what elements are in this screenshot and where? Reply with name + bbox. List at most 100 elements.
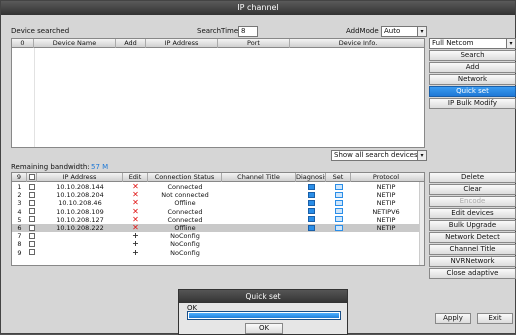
dialog-ok-button[interactable]: OK xyxy=(245,323,283,334)
network-detect-button[interactable]: Network Detect xyxy=(429,232,516,243)
edit-devices-button[interactable]: Edit devices xyxy=(429,208,516,219)
row-checkbox[interactable] xyxy=(29,249,35,256)
channel-title xyxy=(222,232,296,240)
col-select-all[interactable] xyxy=(27,173,37,182)
add-plus-icon[interactable]: + xyxy=(132,240,139,248)
channel-row[interactable]: 8 + NoConfig xyxy=(12,240,424,248)
channel-row[interactable]: 7 + NoConfig xyxy=(12,232,424,240)
settings-icon[interactable] xyxy=(334,216,343,223)
edit-cell: ✕ xyxy=(123,183,148,191)
connection-status: NoConfig xyxy=(170,240,200,249)
search-button[interactable]: Search xyxy=(429,50,516,61)
protocol-filter-select[interactable]: Full Netcom ▾ xyxy=(429,38,516,49)
col-channel-count: 9 xyxy=(12,173,27,182)
channel-number: 3 xyxy=(17,199,22,208)
channel-row[interactable]: 5 10.10.208.127 ✕ Connected NETIP xyxy=(12,216,424,224)
row-checkbox[interactable] xyxy=(29,232,35,239)
chevron-down-icon: ▾ xyxy=(417,151,426,160)
settings-icon[interactable] xyxy=(334,191,343,198)
settings-icon[interactable] xyxy=(334,183,343,190)
add-mode-select[interactable]: Auto ▾ xyxy=(381,26,427,37)
settings-icon[interactable] xyxy=(334,208,343,215)
bulk-upgrade-button[interactable]: Bulk Upgrade xyxy=(429,220,516,231)
channel-protocol: NETIP xyxy=(376,215,396,224)
diagnosis-cell xyxy=(296,240,326,248)
device-searched-label: Device searched xyxy=(11,27,70,35)
col-protocol: Protocol xyxy=(372,173,400,181)
close-adaptive-button[interactable]: Close adaptive xyxy=(429,268,516,279)
row-checkbox[interactable] xyxy=(29,224,35,231)
remaining-bandwidth-value: 57 M xyxy=(91,163,109,171)
diagnosis-icon[interactable] xyxy=(307,199,315,206)
select-all-checkbox[interactable] xyxy=(28,173,35,180)
clear-button[interactable]: Clear xyxy=(429,184,516,195)
row-checkbox[interactable] xyxy=(29,216,35,223)
exit-button[interactable]: Exit xyxy=(477,313,513,324)
channel-title xyxy=(222,191,296,199)
channel-ip xyxy=(37,232,123,240)
edit-cell: ✕ xyxy=(123,199,148,207)
delete-x-icon[interactable]: ✕ xyxy=(132,199,139,207)
diagnosis-icon[interactable] xyxy=(307,191,315,198)
row-checkbox[interactable] xyxy=(29,208,35,215)
set-cell xyxy=(326,199,351,207)
connection-status: Connected xyxy=(167,215,203,224)
add-plus-icon[interactable]: + xyxy=(132,249,139,257)
progress-fill xyxy=(189,313,339,318)
channel-title-button[interactable]: Channel Title xyxy=(429,244,516,255)
row-select-cell xyxy=(27,240,37,248)
delete-x-icon[interactable]: ✕ xyxy=(132,224,139,232)
diagnosis-icon[interactable] xyxy=(307,208,315,215)
channel-row[interactable]: 3 10.10.208.46 ✕ Offline NETIP xyxy=(12,199,424,207)
channel-row[interactable]: 2 10.10.208.204 ✕ Not connected NETIP xyxy=(12,191,424,199)
delete-x-icon[interactable]: ✕ xyxy=(132,191,139,199)
search-time-input[interactable]: 8 xyxy=(238,26,258,37)
apply-button[interactable]: Apply xyxy=(435,313,471,324)
remaining-bandwidth-label: Remaining bandwidth: xyxy=(11,163,90,171)
ip-bulk-modify-button[interactable]: IP Bulk Modify xyxy=(429,98,516,109)
col-edit: Edit xyxy=(123,173,148,182)
row-checkbox[interactable] xyxy=(29,183,35,190)
channel-table-scrollbar[interactable] xyxy=(419,182,424,265)
channel-ip: 10.10.208.144 xyxy=(56,183,104,191)
row-checkbox[interactable] xyxy=(29,240,35,247)
channel-protocol xyxy=(351,232,421,240)
show-filter-value: Show all search devices xyxy=(334,151,418,159)
channel-row[interactable]: 9 + NoConfig xyxy=(12,249,424,257)
quick-set-button[interactable]: Quick set xyxy=(429,86,516,97)
row-checkbox[interactable] xyxy=(29,191,35,198)
ip-channel-window: IP channel Device searched SearchTime 8 … xyxy=(0,0,516,335)
delete-x-icon[interactable]: ✕ xyxy=(132,216,139,224)
channel-protocol xyxy=(351,249,421,257)
diagnosis-icon[interactable] xyxy=(307,183,315,190)
settings-icon[interactable] xyxy=(334,199,343,206)
row-select-cell xyxy=(27,216,37,224)
diagnosis-cell xyxy=(296,191,326,199)
channel-row[interactable]: 1 10.10.208.144 ✕ Connected NETIP xyxy=(12,183,424,191)
delete-x-icon[interactable]: ✕ xyxy=(132,208,139,216)
network-button[interactable]: Network xyxy=(429,74,516,85)
add-button[interactable]: Add xyxy=(429,62,516,73)
show-filter-select[interactable]: Show all search devices ▾ xyxy=(331,150,427,161)
connection-status: Offline xyxy=(174,224,196,232)
set-cell xyxy=(326,191,351,199)
encode-button[interactable]: Encode xyxy=(429,196,516,207)
channel-title xyxy=(222,183,296,191)
channel-row[interactable]: 6 10.10.208.222 ✕ Offline NETIP xyxy=(12,224,424,232)
nvr-network-button[interactable]: NVRNetwork xyxy=(429,256,516,267)
channel-number: 1 xyxy=(17,183,22,191)
diagnosis-cell xyxy=(296,216,326,224)
delete-button[interactable]: Delete xyxy=(429,172,516,183)
row-checkbox[interactable] xyxy=(29,199,35,206)
connection-status: Offline xyxy=(174,199,196,208)
channel-row[interactable]: 4 10.10.208.109 ✕ Connected NETIPV6 xyxy=(12,208,424,216)
delete-x-icon[interactable]: ✕ xyxy=(132,183,139,191)
diagnosis-icon[interactable] xyxy=(307,224,315,231)
add-plus-icon[interactable]: + xyxy=(132,232,139,240)
device-table-header: 0 Device Name Add IP Address Port Device… xyxy=(12,39,424,48)
col-ip-address: IP Address xyxy=(146,39,218,48)
device-search-table: 0 Device Name Add IP Address Port Device… xyxy=(11,38,425,148)
diagnosis-icon[interactable] xyxy=(307,216,315,223)
row-select-cell xyxy=(27,191,37,199)
settings-icon[interactable] xyxy=(334,224,343,231)
